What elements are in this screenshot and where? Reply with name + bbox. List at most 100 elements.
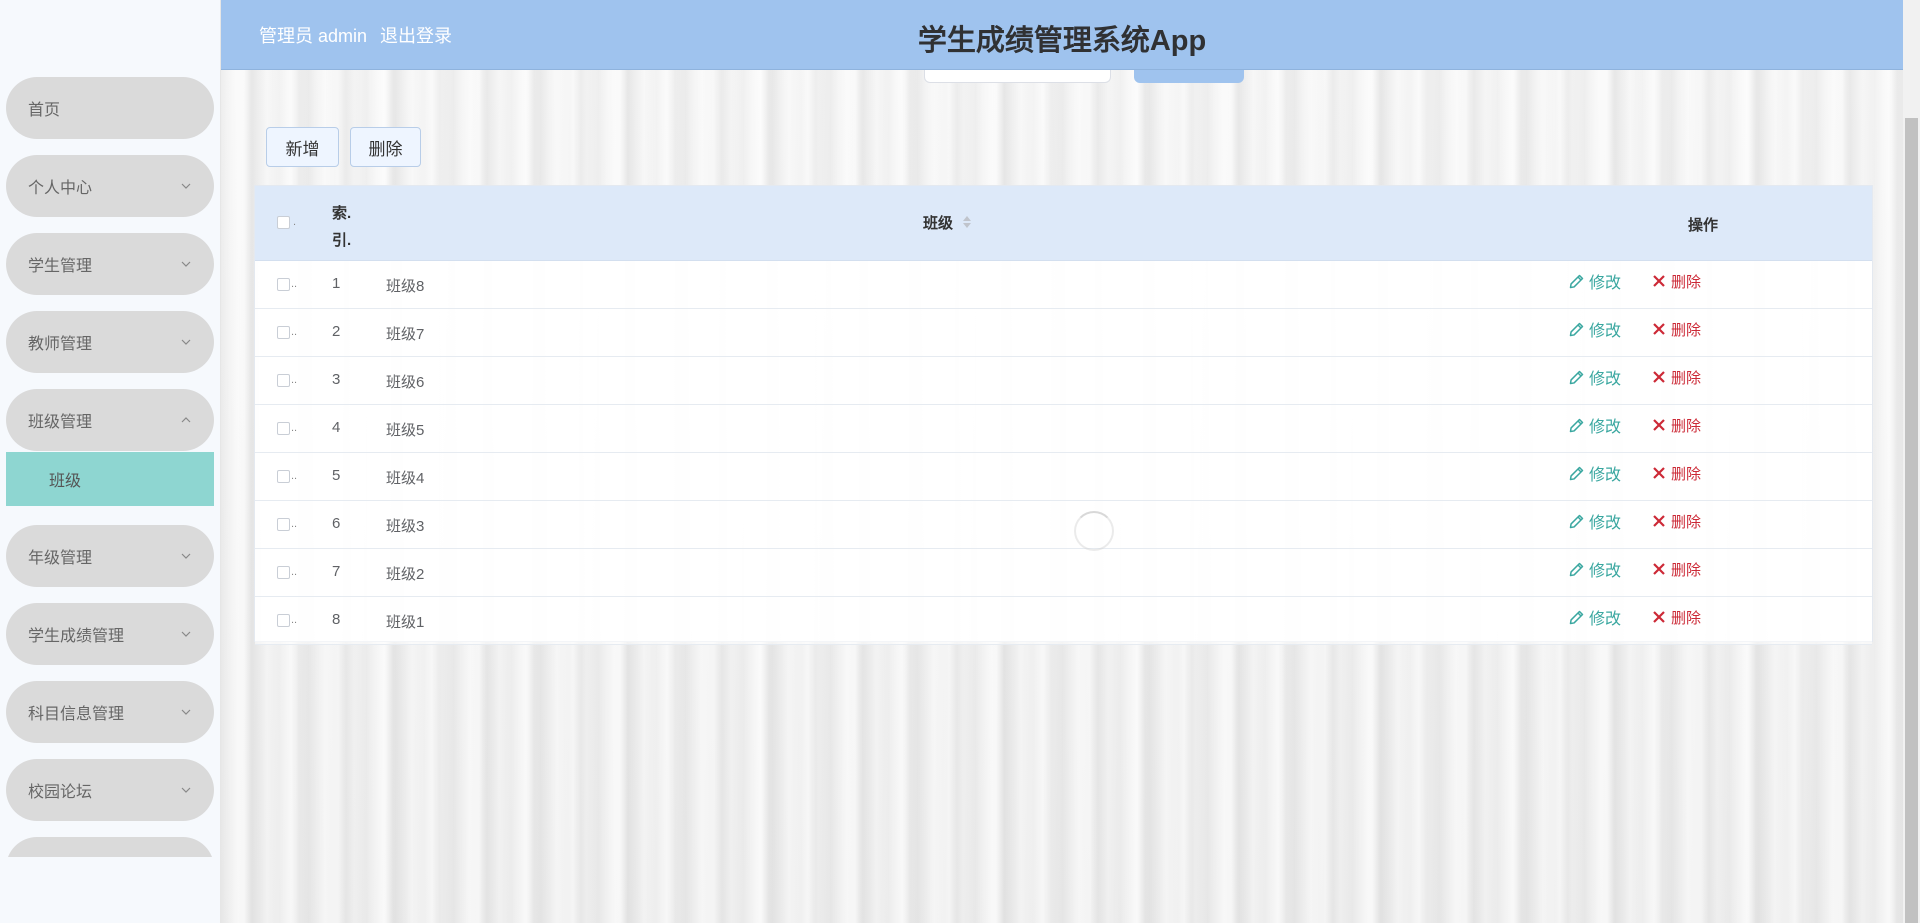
chevron-down-icon bbox=[181, 709, 191, 715]
row-checkbox-ellipsis: .. bbox=[291, 470, 298, 482]
delete-button[interactable]: 删除 bbox=[1652, 511, 1701, 531]
row-index: 3 bbox=[332, 371, 341, 388]
edit-button[interactable]: 修改 bbox=[1569, 271, 1622, 292]
delete-button[interactable]: 删除 bbox=[1652, 559, 1701, 579]
edit-label: 修改 bbox=[1589, 563, 1622, 580]
main-content: 新增 删除 . 索. 引. 班级 操作 .. 1 班级8 修改 删除 .. 2 … bbox=[221, 70, 1903, 923]
sidebar-item-class-management[interactable]: 班级管理 bbox=[6, 389, 214, 451]
edit-label: 修改 bbox=[1589, 323, 1622, 340]
row-checkbox[interactable] bbox=[277, 326, 290, 339]
row-index: 4 bbox=[332, 419, 341, 436]
row-checkbox[interactable] bbox=[277, 614, 290, 627]
sidebar-item-label: 学生成绩管理 bbox=[28, 628, 125, 645]
table-row: .. 5 班级4 修改 删除 bbox=[255, 453, 1872, 501]
select-all-checkbox[interactable] bbox=[277, 216, 290, 229]
sidebar-item-teacher-management[interactable]: 教师管理 bbox=[6, 311, 214, 373]
sidebar-subitem-label: 班级 bbox=[49, 473, 82, 490]
edit-pencil-icon bbox=[1569, 514, 1584, 528]
sidebar-item-score-management[interactable]: 学生成绩管理 bbox=[6, 603, 214, 665]
row-checkbox-ellipsis: .. bbox=[291, 278, 298, 290]
row-checkbox[interactable] bbox=[277, 422, 290, 435]
edit-pencil-icon bbox=[1569, 466, 1584, 480]
chevron-up-icon bbox=[181, 417, 191, 423]
table-row: .. 4 班级5 修改 删除 bbox=[255, 405, 1872, 453]
delete-label: 删除 bbox=[1671, 513, 1702, 531]
row-class-name: 班级6 bbox=[386, 374, 425, 391]
close-x-icon bbox=[1653, 371, 1665, 383]
table-row: .. 8 班级1 修改 删除 bbox=[255, 597, 1872, 645]
row-checkbox[interactable] bbox=[277, 566, 290, 579]
close-x-icon bbox=[1653, 515, 1665, 527]
delete-button[interactable]: 删除 bbox=[1652, 271, 1701, 291]
edit-label: 修改 bbox=[1589, 275, 1622, 292]
edit-button[interactable]: 修改 bbox=[1569, 415, 1621, 436]
edit-button[interactable]: 修改 bbox=[1569, 607, 1622, 628]
edit-button[interactable]: 修改 bbox=[1569, 511, 1621, 532]
table-row: .. 1 班级8 修改 删除 bbox=[255, 261, 1872, 309]
chevron-down-icon bbox=[181, 631, 191, 637]
sidebar-item-student-management[interactable]: 学生管理 bbox=[6, 233, 214, 295]
loading-spinner-icon bbox=[1074, 511, 1114, 551]
edit-pencil-icon bbox=[1569, 274, 1584, 288]
sidebar-item-label: 年级管理 bbox=[28, 550, 93, 567]
edit-button[interactable]: 修改 bbox=[1569, 463, 1622, 484]
close-x-icon bbox=[1653, 611, 1665, 623]
table-row: .. 7 班级2 修改 删除 bbox=[255, 549, 1872, 597]
row-index: 8 bbox=[332, 611, 341, 628]
edit-button[interactable]: 修改 bbox=[1569, 319, 1622, 340]
row-class-name: 班级4 bbox=[386, 470, 425, 487]
sidebar-item-label: 个人中心 bbox=[28, 180, 93, 197]
delete-button[interactable]: 删除 bbox=[1652, 463, 1701, 483]
row-index: 1 bbox=[332, 275, 341, 292]
edit-pencil-icon bbox=[1569, 418, 1584, 432]
sidebar-subitem-class[interactable]: 班级 bbox=[6, 452, 214, 506]
batch-delete-button[interactable]: 删除 bbox=[350, 127, 421, 167]
sidebar-item-campus-forum[interactable]: 校园论坛 bbox=[6, 759, 214, 821]
search-button[interactable] bbox=[1134, 70, 1244, 83]
sidebar-item-subject-management[interactable]: 科目信息管理 bbox=[6, 681, 214, 743]
scrollbar-thumb[interactable] bbox=[1905, 118, 1918, 923]
app-page: 首页 个人中心 学生管理 教师管理 班级管理 班级 年级管理 学生成绩管理 科目… bbox=[0, 0, 1920, 923]
index-header-line: 索. bbox=[332, 205, 352, 222]
sidebar-item-label: 班级管理 bbox=[28, 414, 93, 431]
row-checkbox-ellipsis: .. bbox=[291, 614, 298, 626]
row-class-name: 班级3 bbox=[386, 518, 425, 535]
row-checkbox[interactable] bbox=[277, 278, 290, 291]
row-class-name: 班级7 bbox=[386, 326, 425, 343]
sidebar-item-home[interactable]: 首页 bbox=[6, 77, 214, 139]
chevron-down-icon bbox=[181, 553, 191, 559]
delete-label: 删除 bbox=[1671, 417, 1702, 435]
delete-button[interactable]: 删除 bbox=[1652, 415, 1701, 435]
index-column-header: 索. 引. bbox=[332, 200, 356, 254]
row-checkbox[interactable] bbox=[277, 470, 290, 483]
delete-label: 删除 bbox=[1671, 273, 1702, 291]
search-input[interactable] bbox=[924, 70, 1111, 83]
sidebar-menu: 首页 个人中心 学生管理 教师管理 班级管理 班级 年级管理 学生成绩管理 科目… bbox=[0, 70, 220, 857]
class-column-header: 班级 bbox=[923, 215, 954, 232]
delete-button[interactable]: 删除 bbox=[1652, 607, 1701, 627]
sort-caret-icon[interactable] bbox=[962, 213, 972, 231]
row-checkbox-ellipsis: .. bbox=[291, 374, 298, 386]
add-button[interactable]: 新增 bbox=[266, 127, 339, 167]
sidebar-item-partial[interactable] bbox=[6, 837, 214, 857]
edit-label: 修改 bbox=[1589, 467, 1622, 484]
delete-button[interactable]: 删除 bbox=[1652, 367, 1701, 387]
close-x-icon bbox=[1653, 419, 1665, 431]
delete-button[interactable]: 删除 bbox=[1652, 319, 1701, 339]
index-header-line: 引. bbox=[332, 232, 352, 249]
edit-label: 修改 bbox=[1589, 611, 1622, 628]
row-checkbox-ellipsis: .. bbox=[291, 422, 298, 434]
edit-button[interactable]: 修改 bbox=[1569, 559, 1622, 580]
sidebar-item-label: 首页 bbox=[28, 102, 61, 119]
close-x-icon bbox=[1653, 275, 1665, 287]
checkbox-header-ellipsis: . bbox=[293, 216, 297, 228]
row-class-name: 班级1 bbox=[386, 614, 425, 631]
delete-label: 删除 bbox=[1671, 465, 1702, 483]
edit-button[interactable]: 修改 bbox=[1569, 367, 1621, 388]
row-checkbox-ellipsis: .. bbox=[291, 326, 298, 338]
sidebar-item-grade-management[interactable]: 年级管理 bbox=[6, 525, 214, 587]
close-x-icon bbox=[1653, 323, 1665, 335]
sidebar-item-personal-center[interactable]: 个人中心 bbox=[6, 155, 214, 217]
row-checkbox[interactable] bbox=[277, 518, 290, 531]
row-checkbox[interactable] bbox=[277, 374, 290, 387]
